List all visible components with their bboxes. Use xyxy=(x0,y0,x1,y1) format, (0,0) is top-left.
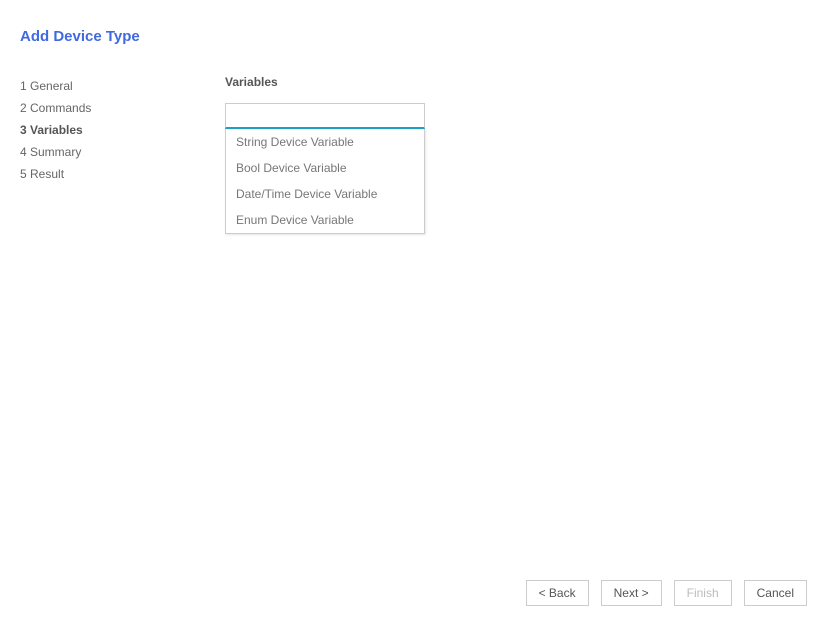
option-enum-variable[interactable]: Enum Device Variable xyxy=(226,207,424,233)
option-datetime-variable[interactable]: Date/Time Device Variable xyxy=(226,181,424,207)
page-title: Add Device Type xyxy=(0,0,827,45)
option-bool-variable[interactable]: Bool Device Variable xyxy=(226,155,424,181)
step-variables[interactable]: 3 Variables xyxy=(20,119,225,141)
cancel-button[interactable]: Cancel xyxy=(744,580,807,606)
finish-button: Finish xyxy=(674,580,732,606)
main-panel: Variables String Device Variable Bool De… xyxy=(225,75,827,185)
wizard-button-bar: < Back Next > Finish Cancel xyxy=(526,580,807,606)
step-general[interactable]: 1 General xyxy=(20,75,225,97)
step-commands[interactable]: 2 Commands xyxy=(20,97,225,119)
next-button[interactable]: Next > xyxy=(601,580,662,606)
back-button[interactable]: < Back xyxy=(526,580,589,606)
variable-type-menu: String Device Variable Bool Device Varia… xyxy=(225,129,425,234)
variable-type-input[interactable] xyxy=(225,103,425,129)
wizard-steps-nav: 1 General 2 Commands 3 Variables 4 Summa… xyxy=(20,75,225,185)
option-string-variable[interactable]: String Device Variable xyxy=(226,129,424,155)
variable-type-dropdown[interactable]: String Device Variable Bool Device Varia… xyxy=(225,103,425,129)
step-summary[interactable]: 4 Summary xyxy=(20,141,225,163)
variables-label: Variables xyxy=(225,75,827,89)
step-result[interactable]: 5 Result xyxy=(20,163,225,185)
